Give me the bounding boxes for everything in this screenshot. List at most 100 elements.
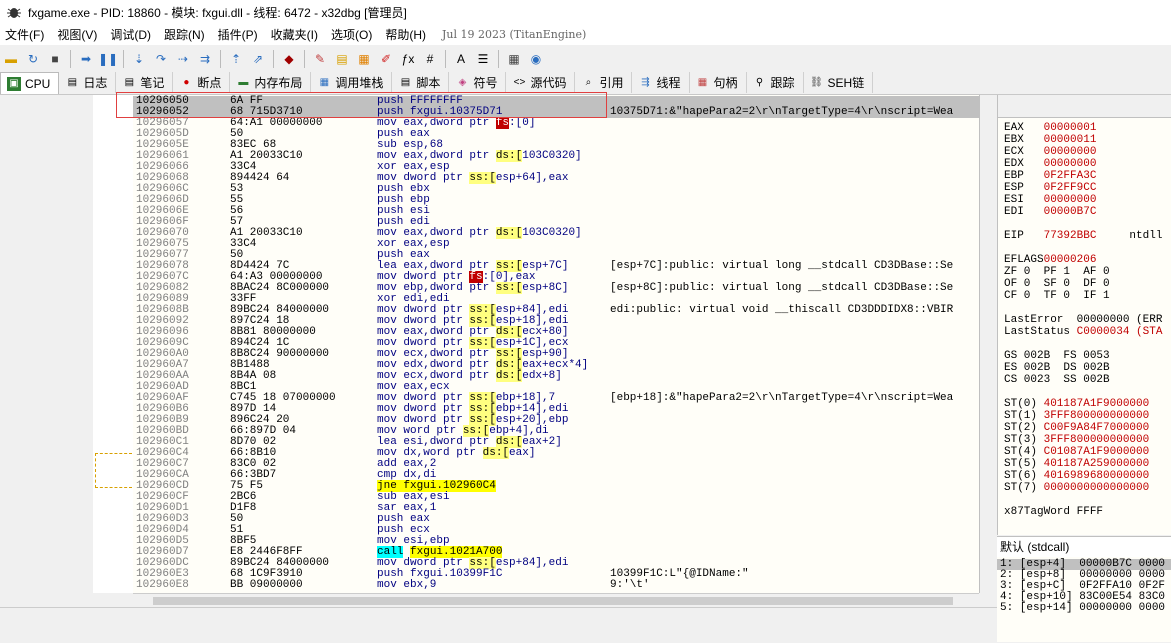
- font-icon[interactable]: A: [451, 49, 471, 69]
- stack-header[interactable]: 默认 (stdcall): [997, 536, 1171, 558]
- close-icon[interactable]: ■: [45, 49, 65, 69]
- disasm-row[interactable]: 1029606D 55 push ebp: [133, 195, 979, 206]
- register-value[interactable]: C00F9A84F7000000: [1044, 422, 1150, 434]
- disasm-row[interactable]: 102960CF 2BC6 sub eax,esi: [133, 492, 979, 503]
- disasm-row[interactable]: 102960D1 D1F8 sar eax,1: [133, 503, 979, 514]
- execute-till-return-icon[interactable]: ⇡: [226, 49, 246, 69]
- registers-panel[interactable]: EAX 00000001 EBX 00000011 ECX 00000000 EDX …: [997, 95, 1171, 535]
- disasm-row[interactable]: 102960AA 8B4A 08 mov ecx,dword ptr ds:[edx…: [133, 370, 979, 382]
- register-value[interactable]: 3FFF800000000000: [1044, 434, 1150, 446]
- register-row[interactable]: ST(5) 401187A259000000: [1004, 458, 1149, 470]
- register-row[interactable]: ST(1) 3FFF800000000000: [1004, 410, 1149, 422]
- labels-icon[interactable]: ▦: [354, 49, 374, 69]
- tab-symbols[interactable]: ◈ 符号: [449, 72, 507, 93]
- scylla-icon[interactable]: ◆: [279, 49, 299, 69]
- tab-handles[interactable]: ▦ 句柄: [690, 72, 747, 93]
- register-row[interactable]: ST(0) 401187A1F9000000: [1004, 398, 1149, 410]
- restart-icon[interactable]: ↻: [23, 49, 43, 69]
- register-row[interactable]: ST(6) 4016989680000000: [1004, 470, 1149, 482]
- register-row[interactable]: ESP 0F2FF9CC: [1004, 182, 1096, 194]
- register-row[interactable]: EDX 00000000: [1004, 158, 1096, 170]
- run-icon[interactable]: ➡: [76, 49, 96, 69]
- menu-favourites[interactable]: 收藏夹(I): [266, 26, 326, 43]
- disasm-row[interactable]: 10296070 A1 20033C10 mov eax,dword ptr ds:…: [133, 227, 979, 239]
- register-value[interactable]: 3FFF800000000000: [1044, 410, 1150, 422]
- horizontal-scrollbar[interactable]: [133, 593, 979, 608]
- register-value[interactable]: 00000206: [1044, 254, 1097, 266]
- strings-icon[interactable]: ☰: [473, 49, 493, 69]
- register-value[interactable]: 00000000: [1044, 146, 1097, 158]
- register-row[interactable]: EBX 00000011: [1004, 134, 1096, 146]
- tab-memory-map[interactable]: ▬ 内存布局: [230, 72, 312, 93]
- register-value[interactable]: 77392BBC: [1044, 230, 1097, 242]
- menu-help[interactable]: 帮助(H): [380, 26, 434, 43]
- tab-call-stack[interactable]: ▦ 调用堆栈: [311, 72, 393, 93]
- register-value[interactable]: 401187A1F9000000: [1044, 398, 1150, 410]
- disasm-row[interactable]: 1029606C 53 push ebx: [133, 184, 979, 195]
- register-value[interactable]: 00000B7C: [1044, 206, 1097, 218]
- register-row[interactable]: ST(7) 0000000000000000: [1004, 482, 1149, 494]
- register-row[interactable]: ST(4) C01087A1F9000000: [1004, 446, 1149, 458]
- disasm-row[interactable]: 102960D3 50 push eax: [133, 514, 979, 525]
- step-into-icon[interactable]: ⇣: [129, 49, 149, 69]
- menu-options[interactable]: 选项(O): [326, 26, 380, 43]
- menu-trace[interactable]: 跟踪(N): [159, 26, 213, 43]
- pause-icon[interactable]: ❚❚: [98, 49, 118, 69]
- tab-references[interactable]: ⌕ 引用: [575, 72, 633, 93]
- tab-notes[interactable]: ▤ 笔记: [116, 72, 174, 93]
- disasm-row[interactable]: 102960CD 75 F5 jne fxgui.102960C4: [133, 480, 979, 492]
- scrollbar-thumb[interactable]: [153, 597, 953, 605]
- register-value[interactable]: 0F2FFA3C: [1044, 170, 1097, 182]
- stack-row[interactable]: 5: [esp+14] 00000000 0000: [1000, 603, 1165, 614]
- menu-view[interactable]: 视图(V): [52, 26, 105, 43]
- register-value[interactable]: 00000001: [1044, 122, 1097, 134]
- menu-plugins[interactable]: 插件(P): [213, 26, 266, 43]
- register-row[interactable]: EDI 00000B7C: [1004, 206, 1096, 218]
- register-row[interactable]: EBP 0F2FFA3C: [1004, 170, 1096, 182]
- register-row[interactable]: EIP 77392BBC ntdll: [1004, 230, 1162, 242]
- register-value[interactable]: C01087A1F9000000: [1044, 446, 1150, 458]
- register-row[interactable]: ESI 00000000: [1004, 194, 1096, 206]
- disassembly-view[interactable]: 10296050 6A FF push FFFFFFFF 10296052 68 715…: [133, 95, 980, 593]
- trace-over-icon[interactable]: ⇉: [195, 49, 215, 69]
- disasm-row[interactable]: 102960E8 BB 09000000 mov ebx,9 9:'\t': [133, 580, 979, 591]
- register-row[interactable]: ST(3) 3FFF800000000000: [1004, 434, 1149, 446]
- register-value[interactable]: 00000000: [1044, 158, 1097, 170]
- disasm-row[interactable]: 10296082 8BAC24 8C000000 mov ebp,dword ptr…: [133, 282, 979, 294]
- tab-log[interactable]: ▤ 日志: [59, 72, 117, 93]
- disasm-row[interactable]: 10296068 894424 64 mov dword ptr ss:[esp+6…: [133, 172, 979, 184]
- register-value[interactable]: 0F2FF9CC: [1044, 182, 1097, 194]
- tab-breakpoints[interactable]: ● 断点: [173, 72, 231, 93]
- tab-source[interactable]: <> 源代码: [506, 72, 576, 93]
- hash-icon[interactable]: #: [420, 49, 440, 69]
- patch-icon[interactable]: ✎: [310, 49, 330, 69]
- register-value[interactable]: 00000000: [1044, 194, 1097, 206]
- disasm-row[interactable]: 102960D4 51 push ecx: [133, 525, 979, 536]
- tab-threads[interactable]: ⇶ 线程: [632, 72, 690, 93]
- stack-panel[interactable]: 1: [esp+4] 00000B7C 0000 2: [esp+8] 00000…: [997, 557, 1171, 642]
- register-row[interactable]: ECX 00000000: [1004, 146, 1096, 158]
- tab-script[interactable]: ▤ 脚本: [392, 72, 450, 93]
- functions-icon[interactable]: ƒx: [398, 49, 418, 69]
- menu-debug[interactable]: 调试(D): [105, 26, 159, 43]
- register-value[interactable]: 401187A259000000: [1044, 458, 1150, 470]
- bookmarks-icon[interactable]: ✐: [376, 49, 396, 69]
- open-icon[interactable]: ▬: [1, 49, 21, 69]
- calculator-icon[interactable]: ▦: [504, 49, 524, 69]
- register-row[interactable]: EAX 00000001: [1004, 122, 1096, 134]
- comments-icon[interactable]: ▤: [332, 49, 352, 69]
- menu-file[interactable]: 文件(F): [0, 26, 52, 43]
- tab-cpu[interactable]: ▣ CPU: [0, 72, 60, 94]
- register-row[interactable]: ST(2) C00F9A84F7000000: [1004, 422, 1149, 434]
- register-row[interactable]: EFLAGS00000206: [1004, 254, 1096, 266]
- step-over-icon[interactable]: ↷: [151, 49, 171, 69]
- globe-icon[interactable]: ◉: [526, 49, 546, 69]
- disasm-row[interactable]: 10296075 33C4 xor eax,esp: [133, 239, 979, 250]
- disasm-row[interactable]: 10296061 A1 20033C10 mov eax,dword ptr ds:…: [133, 150, 979, 162]
- disasm-row[interactable]: 1029606E 56 push esi: [133, 206, 979, 217]
- register-value[interactable]: 4016989680000000: [1044, 470, 1150, 482]
- register-value[interactable]: 0000000000000000: [1044, 482, 1150, 494]
- run-to-user-code-icon[interactable]: ⇗: [248, 49, 268, 69]
- tab-trace[interactable]: ⚲ 跟踪: [747, 72, 804, 93]
- register-value[interactable]: 00000011: [1044, 134, 1097, 146]
